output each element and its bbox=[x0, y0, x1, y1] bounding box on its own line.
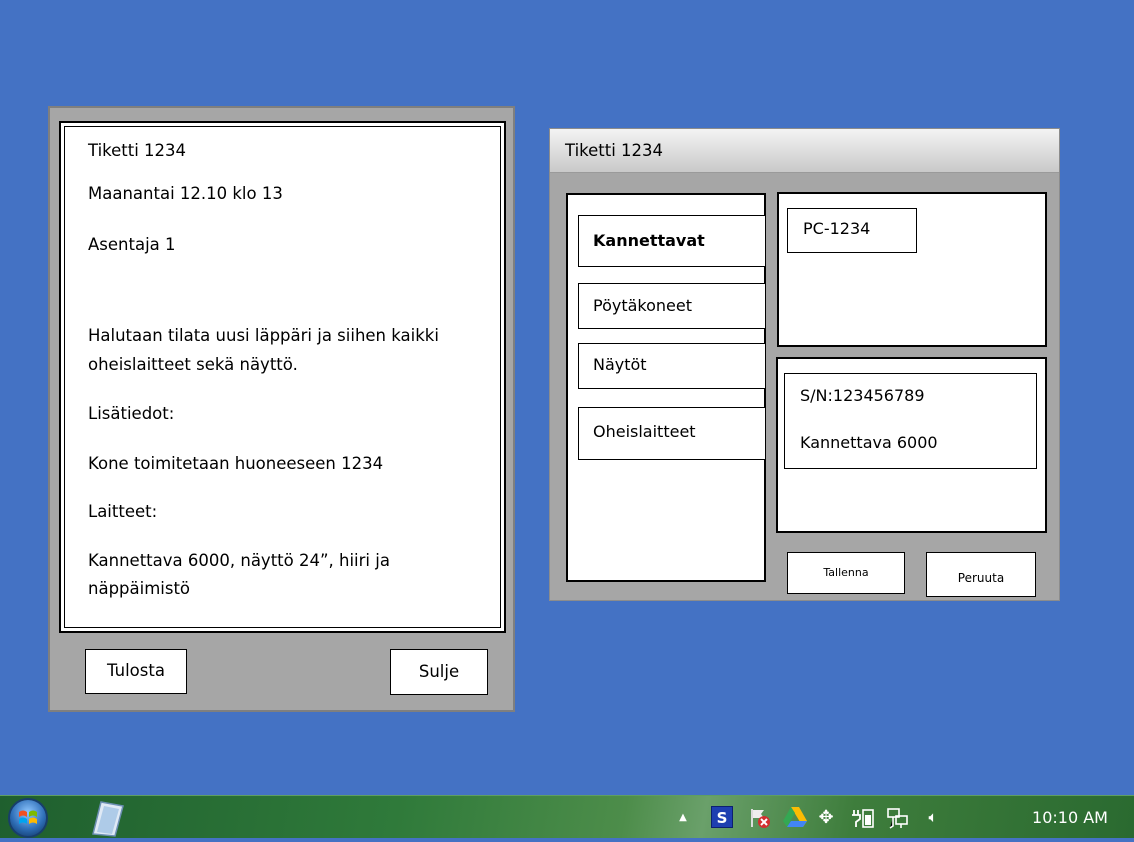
power-icon[interactable] bbox=[851, 807, 875, 829]
ticket-assignee: Asentaja 1 bbox=[88, 235, 176, 254]
ticket-text-frame: Tiketti 1234 Maanantai 12.10 klo 13 Asen… bbox=[64, 126, 501, 628]
ticket-text-panel: Tiketti 1234 Maanantai 12.10 klo 13 Asen… bbox=[59, 121, 506, 633]
ticket-devices-line-2: näppäimistö bbox=[88, 579, 191, 598]
ticket-description-line-1: Halutaan tilata uusi läppäri ja siihen k… bbox=[88, 326, 439, 345]
device-serial: S/N:123456789 bbox=[800, 386, 925, 405]
clock[interactable]: 10:10 AM bbox=[1020, 796, 1120, 839]
category-displays[interactable]: Näytöt bbox=[578, 343, 766, 389]
device-details-panel: S/N:123456789 Kannettava 6000 bbox=[776, 357, 1047, 533]
close-button[interactable]: Sulje bbox=[390, 649, 488, 695]
ticket-description-line-2: oheislaitteet sekä näyttö. bbox=[88, 355, 298, 374]
drive-icon[interactable] bbox=[782, 806, 808, 828]
device-model: Kannettava 6000 bbox=[800, 433, 938, 452]
ticket-extra-text: Kone toimitetaan huoneeseen 1234 bbox=[88, 454, 384, 473]
move-icon[interactable]: ✥ bbox=[814, 796, 838, 839]
device-window: Tiketti 1234 Kannettavat Pöytäkoneet Näy… bbox=[549, 128, 1060, 601]
device-list-panel: PC-1234 bbox=[777, 192, 1047, 347]
ticket-date: Maanantai 12.10 klo 13 bbox=[88, 184, 283, 203]
show-hidden-arrow-icon[interactable]: ▲ bbox=[676, 796, 690, 839]
device-item[interactable]: PC-1234 bbox=[787, 208, 917, 253]
device-details-card: S/N:123456789 Kannettava 6000 bbox=[784, 373, 1037, 469]
volume-icon[interactable]: 🔈︎ bbox=[920, 796, 946, 839]
ticket-extra-label: Lisätiedot: bbox=[88, 404, 175, 423]
ticket-devices-line-1: Kannettava 6000, näyttö 24”, hiiri ja bbox=[88, 551, 390, 570]
ticket-window: Tiketti 1234 Maanantai 12.10 klo 13 Asen… bbox=[48, 106, 515, 712]
notepad-icon[interactable] bbox=[85, 798, 131, 838]
save-button[interactable]: Tallenna bbox=[787, 552, 905, 594]
s-app-icon[interactable]: S bbox=[711, 806, 733, 828]
ticket-devices-label: Laitteet: bbox=[88, 502, 158, 521]
cancel-button[interactable]: Peruuta bbox=[926, 552, 1036, 597]
action-center-flag-icon[interactable] bbox=[748, 806, 772, 830]
print-button[interactable]: Tulosta bbox=[85, 649, 187, 694]
network-icon[interactable] bbox=[886, 807, 910, 829]
device-window-title[interactable]: Tiketti 1234 bbox=[550, 129, 1059, 173]
category-peripherals[interactable]: Oheislaitteet bbox=[578, 407, 766, 460]
taskbar: ▲ S ✥ 🔈︎ 10:10 AM bbox=[0, 795, 1134, 838]
category-laptops[interactable]: Kannettavat bbox=[578, 215, 766, 267]
start-orb-icon[interactable] bbox=[8, 798, 48, 838]
category-desktops[interactable]: Pöytäkoneet bbox=[578, 283, 766, 329]
category-list: Kannettavat Pöytäkoneet Näytöt Oheislait… bbox=[566, 193, 766, 582]
ticket-title: Tiketti 1234 bbox=[88, 141, 187, 160]
